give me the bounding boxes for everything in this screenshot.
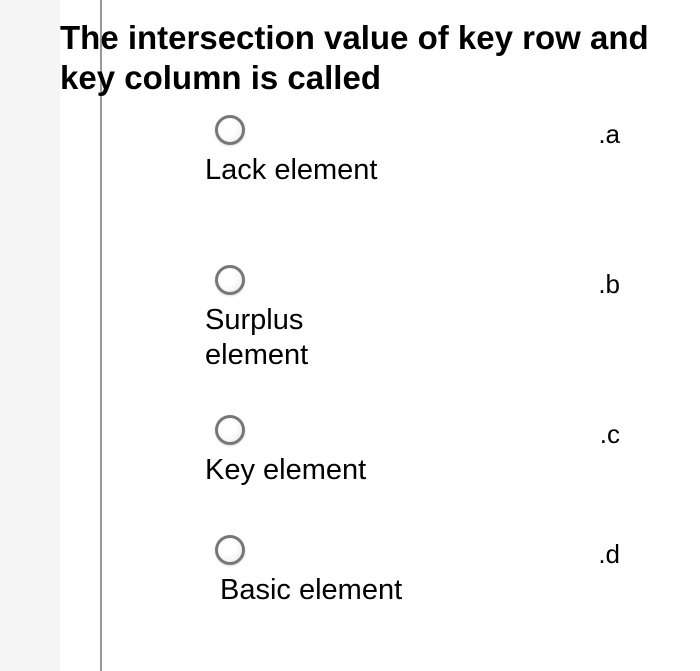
option-b-label: Surplus element <box>205 303 405 373</box>
radio-d[interactable] <box>215 535 245 565</box>
option-d-letter: .d <box>598 539 620 570</box>
option-a: Lack element .a <box>100 115 660 235</box>
option-c-label: Key element <box>205 453 366 488</box>
option-d-label: Basic element <box>220 573 402 608</box>
option-d: Basic element .d <box>100 535 660 625</box>
left-margin-strip <box>0 0 60 671</box>
option-a-letter: .a <box>598 119 620 150</box>
radio-b[interactable] <box>215 265 245 295</box>
option-a-label: Lack element <box>205 153 378 188</box>
option-c-letter: .c <box>600 419 620 450</box>
question-title: The intersection value of key row and ke… <box>60 18 680 97</box>
radio-a[interactable] <box>215 115 245 145</box>
option-c: Key element .c <box>100 415 660 505</box>
option-b: Surplus element .b <box>100 265 660 385</box>
options-area: Lack element .a Surplus element .b Key e… <box>100 115 660 655</box>
radio-c[interactable] <box>215 415 245 445</box>
option-b-letter: .b <box>598 269 620 300</box>
